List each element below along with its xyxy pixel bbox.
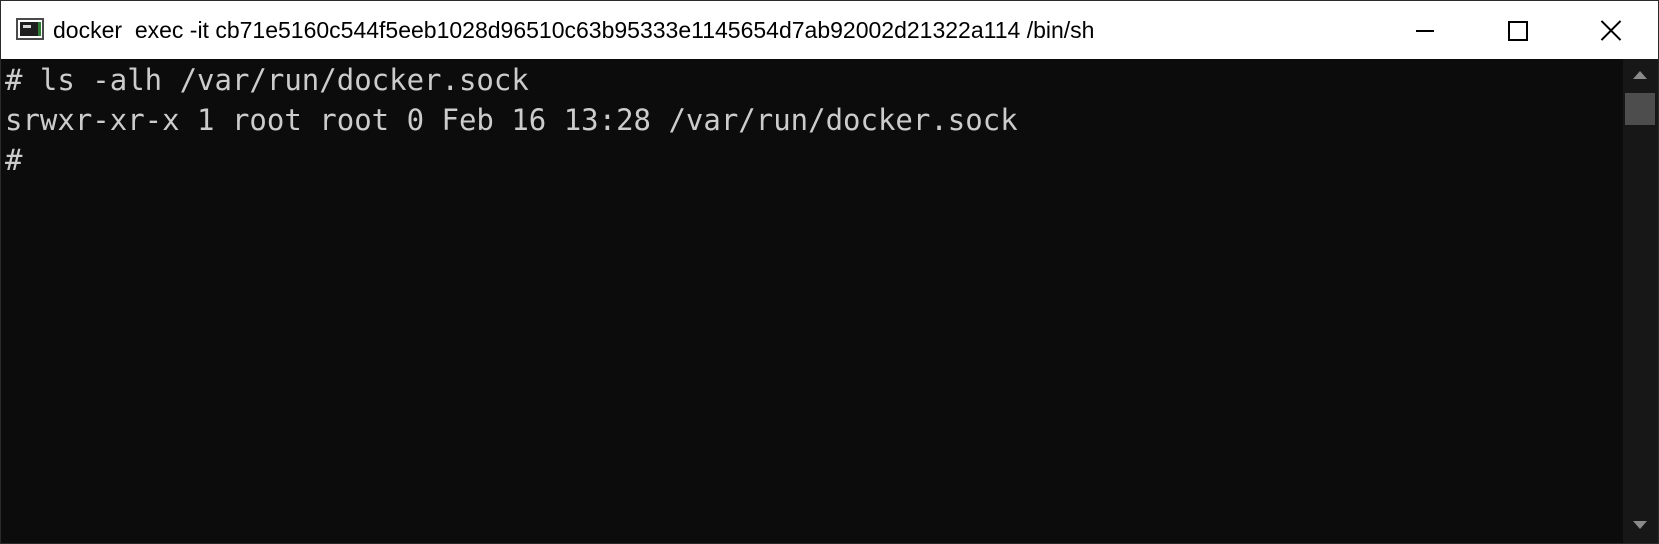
minimize-icon [1416, 30, 1434, 32]
scroll-down-arrow-icon[interactable] [1633, 521, 1647, 529]
minimize-button[interactable] [1379, 1, 1471, 59]
scroll-up-arrow-icon[interactable] [1633, 71, 1647, 79]
maximize-icon [1508, 21, 1528, 41]
close-button[interactable] [1564, 1, 1656, 59]
maximize-button[interactable] [1471, 1, 1563, 59]
console-window: docker exec -it cb71e5160c544f5eeb1028d9… [0, 0, 1659, 544]
terminal-line: # ls -alh /var/run/docker.sock [5, 63, 529, 97]
window-title: docker exec -it cb71e5160c544f5eeb1028d9… [53, 17, 1095, 43]
scrollbar-thumb[interactable] [1625, 93, 1655, 125]
terminal-prompt: # [5, 143, 23, 177]
vertical-scrollbar[interactable] [1623, 59, 1658, 543]
close-icon [1600, 19, 1622, 41]
title-bar[interactable]: docker exec -it cb71e5160c544f5eeb1028d9… [1, 1, 1658, 59]
console-app-icon[interactable] [16, 18, 44, 40]
terminal-output[interactable]: # ls -alh /var/run/docker.sock srwxr-xr-… [1, 59, 1623, 543]
terminal-line: srwxr-xr-x 1 root root 0 Feb 16 13:28 /v… [5, 103, 1018, 137]
